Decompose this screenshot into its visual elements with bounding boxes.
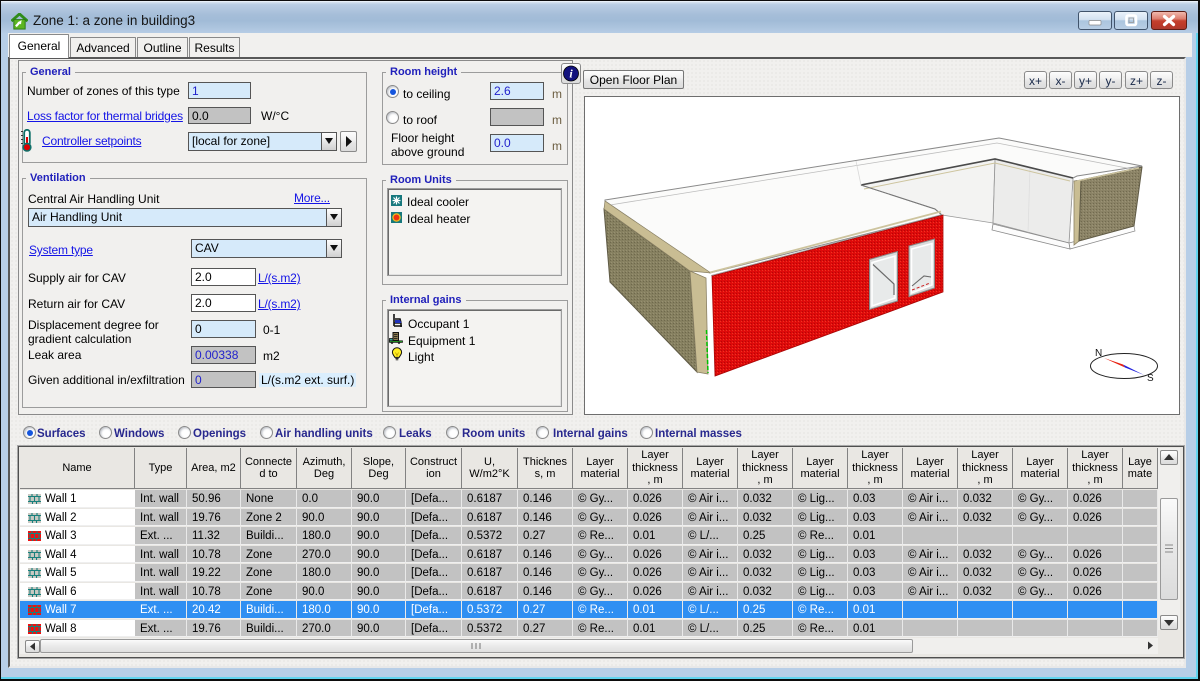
svg-text:N: N: [1095, 348, 1102, 359]
svg-text:S: S: [1147, 373, 1154, 384]
